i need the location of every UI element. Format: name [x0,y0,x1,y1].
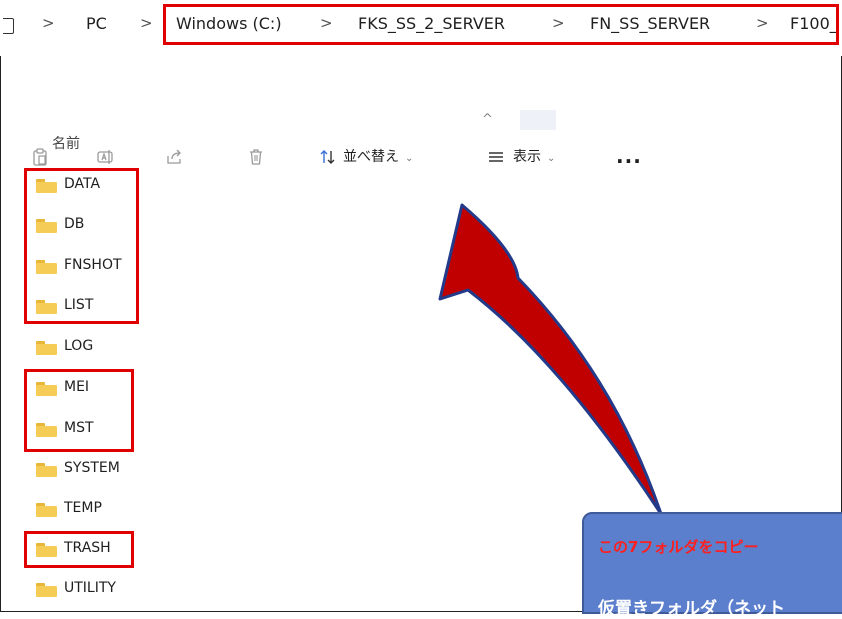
instruction-callout: この7フォルダをコピー 仮置きフォルダ（ネット [582,512,842,619]
callout-text-copy: この7フォルダをコピー [598,538,759,556]
callout-text-destination: 仮置きフォルダ（ネット [598,599,785,619]
